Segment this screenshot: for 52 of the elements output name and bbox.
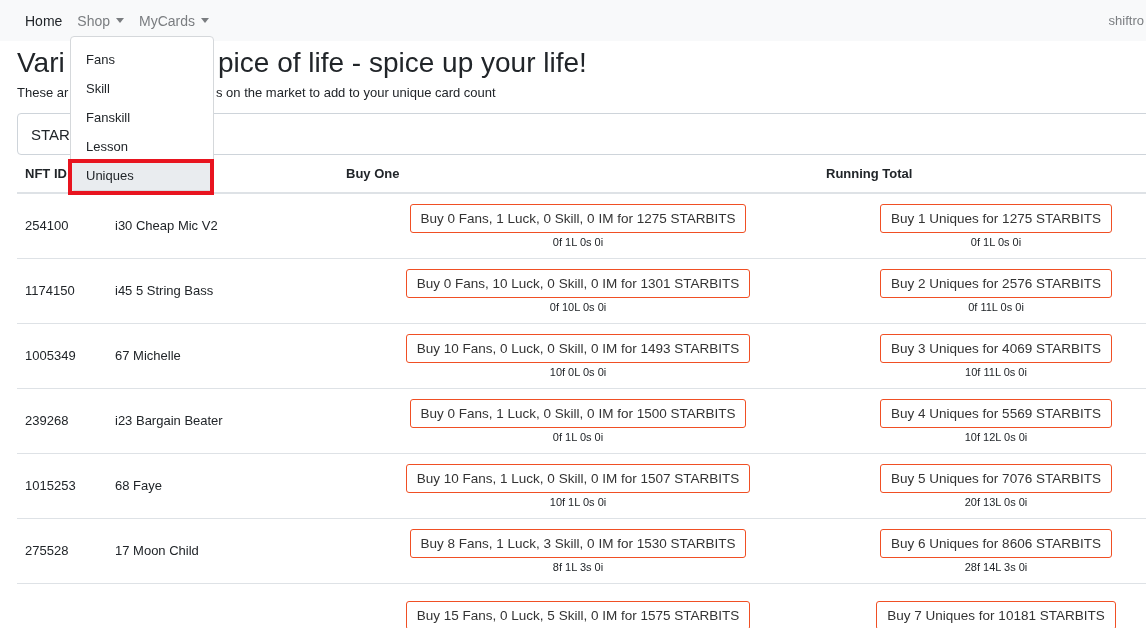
column-header: Buy One bbox=[338, 155, 818, 193]
nav-link[interactable]: Shop bbox=[69, 12, 132, 29]
stat-summary: 28f 14L 3s 0i bbox=[963, 560, 1029, 573]
buy-button[interactable]: Buy 15 Fans, 0 Luck, 5 Skill, 0 IM for 1575 STARBITS bbox=[405, 601, 751, 628]
menu-item[interactable]: Fans bbox=[71, 45, 213, 74]
stat-summary: 10f 0L 0s 0i bbox=[548, 365, 608, 378]
caret-icon bbox=[201, 18, 210, 23]
table-cell: i45 5 String Bass bbox=[107, 258, 338, 323]
buy-button[interactable]: Buy 4 Uniques for 5569 STARBITS bbox=[880, 398, 1112, 428]
buy-button[interactable]: Buy 0 Fans, 1 Luck, 0 Skill, 0 IM for 1500 STARBITS bbox=[409, 398, 747, 428]
buy-button[interactable]: Buy 0 Fans, 1 Luck, 0 Skill, 0 IM for 1275 STARBITS bbox=[409, 203, 747, 233]
buy-button[interactable]: Buy 10 Fans, 1 Luck, 0 Skill, 0 IM for 1507 STARBITS bbox=[405, 463, 751, 493]
table-cell: 1015253 bbox=[17, 453, 107, 518]
subtitle-text: s on the market to add to your unique card count bbox=[216, 85, 496, 100]
table-cell: 68 Faye bbox=[107, 453, 338, 518]
nav-link[interactable]: MyCards bbox=[131, 12, 217, 29]
table-cell: 17 Moon Child bbox=[107, 518, 338, 583]
menu-item[interactable]: Skill bbox=[71, 74, 213, 103]
buy-button[interactable]: Buy 7 Uniques for 10181 STARBITS bbox=[876, 601, 1116, 628]
column-header: Running Total bbox=[818, 155, 1146, 193]
stat-summary: 0f 1L 0s 0i bbox=[551, 430, 605, 443]
buy-button[interactable]: Buy 10 Fans, 0 Luck, 0 Skill, 0 IM for 1493 STARBITS bbox=[405, 333, 751, 363]
stat-summary: 10f 1L 0s 0i bbox=[548, 495, 608, 508]
buy-button[interactable]: Buy 1 Uniques for 1275 STARBITS bbox=[880, 203, 1112, 233]
stat-summary: 10f 11L 0s 0i bbox=[964, 365, 1028, 378]
table-cell: 275528 bbox=[17, 518, 107, 583]
stat-summary: 0f 1L 0s 0i bbox=[969, 235, 1023, 248]
table-cell: 239268 bbox=[17, 388, 107, 453]
table-cell: 1005349 bbox=[17, 323, 107, 388]
table-cell: i30 Cheap Mic V2 bbox=[107, 193, 338, 258]
caret-icon bbox=[116, 18, 125, 23]
user-link[interactable]: shiftro bbox=[1108, 13, 1144, 28]
buy-button[interactable]: Buy 6 Uniques for 8606 STARBITS bbox=[880, 528, 1112, 558]
buy-button[interactable]: Buy 2 Uniques for 2576 STARBITS bbox=[880, 268, 1112, 298]
table-cell: 254100 bbox=[17, 193, 107, 258]
page-heading: pice of life - spice up your life! bbox=[218, 46, 587, 80]
buy-button[interactable]: Buy 3 Uniques for 4069 STARBITS bbox=[880, 333, 1112, 363]
stat-summary: 0f 10L 0s 0i bbox=[548, 300, 608, 313]
stat-summary: 8f 1L 3s 0i bbox=[551, 560, 605, 573]
stat-summary: 10f 12L 0s 0i bbox=[963, 430, 1029, 443]
table-cell: 67 Michelle bbox=[107, 323, 338, 388]
stat-summary: 0f 11L 0s 0i bbox=[967, 300, 1025, 313]
buy-button[interactable]: Buy 8 Fans, 1 Luck, 3 Skill, 0 IM for 1530 STARBITS bbox=[409, 528, 747, 558]
buy-button[interactable]: Buy 5 Uniques for 7076 STARBITS bbox=[880, 463, 1112, 493]
nav-link[interactable]: Home bbox=[17, 12, 70, 29]
table-cell: i23 Bargain Beater bbox=[107, 388, 338, 453]
page-heading: Vari bbox=[17, 47, 65, 78]
table-cell: 1174150 bbox=[17, 258, 107, 323]
stat-summary: 0f 1L 0s 0i bbox=[551, 235, 605, 248]
buy-button[interactable]: Buy 0 Fans, 10 Luck, 0 Skill, 0 IM for 1301 STARBITS bbox=[405, 268, 751, 298]
stat-summary: 20f 13L 0s 0i bbox=[963, 495, 1029, 508]
subtitle-text: These ar bbox=[17, 85, 69, 100]
